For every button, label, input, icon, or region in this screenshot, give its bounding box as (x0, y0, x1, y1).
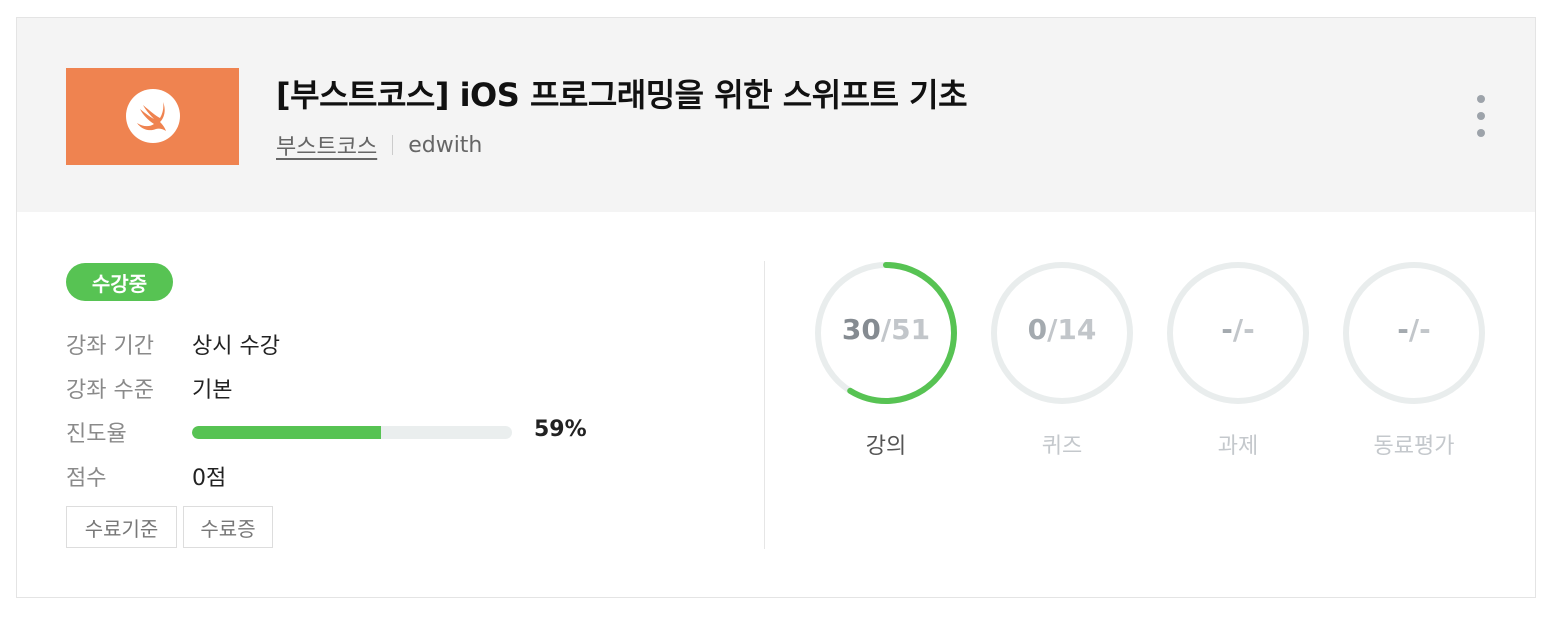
stat-peer-review[interactable]: -/- 동료평가 (1341, 260, 1491, 470)
swift-logo-icon (126, 89, 180, 143)
stat-label: 동료평가 (1373, 434, 1455, 459)
stat-total: /14 (1047, 313, 1097, 346)
level-value: 기본 (192, 378, 233, 403)
provider-link[interactable]: 부스트코스 (276, 129, 377, 161)
score-value: 0점 (192, 466, 227, 491)
stat-total: /- (1408, 313, 1431, 346)
stat-assignment[interactable]: -/- 과제 (1165, 260, 1315, 470)
progress-bar-fill (192, 426, 381, 439)
stat-count: 30/51 (813, 313, 959, 346)
stat-lecture[interactable]: 30/51 강의 (813, 260, 963, 470)
progress-bar (192, 426, 512, 439)
completion-criteria-button[interactable]: 수료기준 (66, 506, 177, 548)
course-thumbnail[interactable] (66, 68, 239, 165)
stat-count: -/- (1341, 313, 1487, 346)
platform-name: edwith (408, 132, 483, 158)
stat-total: /51 (880, 313, 931, 346)
course-card: [부스트코스] iOS 프로그래밍을 위한 스위프트 기초 부스트코스 edwi… (16, 17, 1536, 598)
more-dot-icon (1477, 112, 1485, 120)
progress-percent: 59% (534, 417, 587, 442)
stat-count: 0/14 (989, 313, 1135, 346)
stat-label: 강의 (865, 434, 907, 459)
status-badge: 수강중 (66, 263, 173, 301)
certificate-button[interactable]: 수료증 (183, 506, 273, 548)
stat-done: - (1221, 313, 1233, 346)
stat-done: 30 (841, 313, 881, 346)
section-divider (764, 261, 765, 549)
more-options-button[interactable] (1469, 93, 1493, 139)
score-label: 점수 (66, 466, 107, 491)
provider-divider (392, 135, 394, 155)
level-label: 강좌 수준 (66, 378, 154, 403)
stat-done: - (1397, 313, 1409, 346)
provider-line: 부스트코스 edwith (276, 129, 482, 161)
more-dot-icon (1477, 129, 1485, 137)
period-label: 강좌 기간 (66, 334, 154, 359)
course-card-header: [부스트코스] iOS 프로그래밍을 위한 스위프트 기초 부스트코스 edwi… (17, 18, 1535, 212)
stat-quiz[interactable]: 0/14 퀴즈 (989, 260, 1139, 470)
stat-count: -/- (1165, 313, 1311, 346)
progress-label: 진도율 (66, 422, 127, 447)
stat-label: 과제 (1217, 434, 1259, 459)
stat-label: 퀴즈 (1041, 434, 1083, 459)
stat-done: 0 (1027, 313, 1048, 346)
stat-total: /- (1232, 313, 1255, 346)
period-value: 상시 수강 (192, 334, 280, 359)
course-title[interactable]: [부스트코스] iOS 프로그래밍을 위한 스위프트 기초 (276, 70, 968, 116)
more-dot-icon (1477, 95, 1485, 103)
